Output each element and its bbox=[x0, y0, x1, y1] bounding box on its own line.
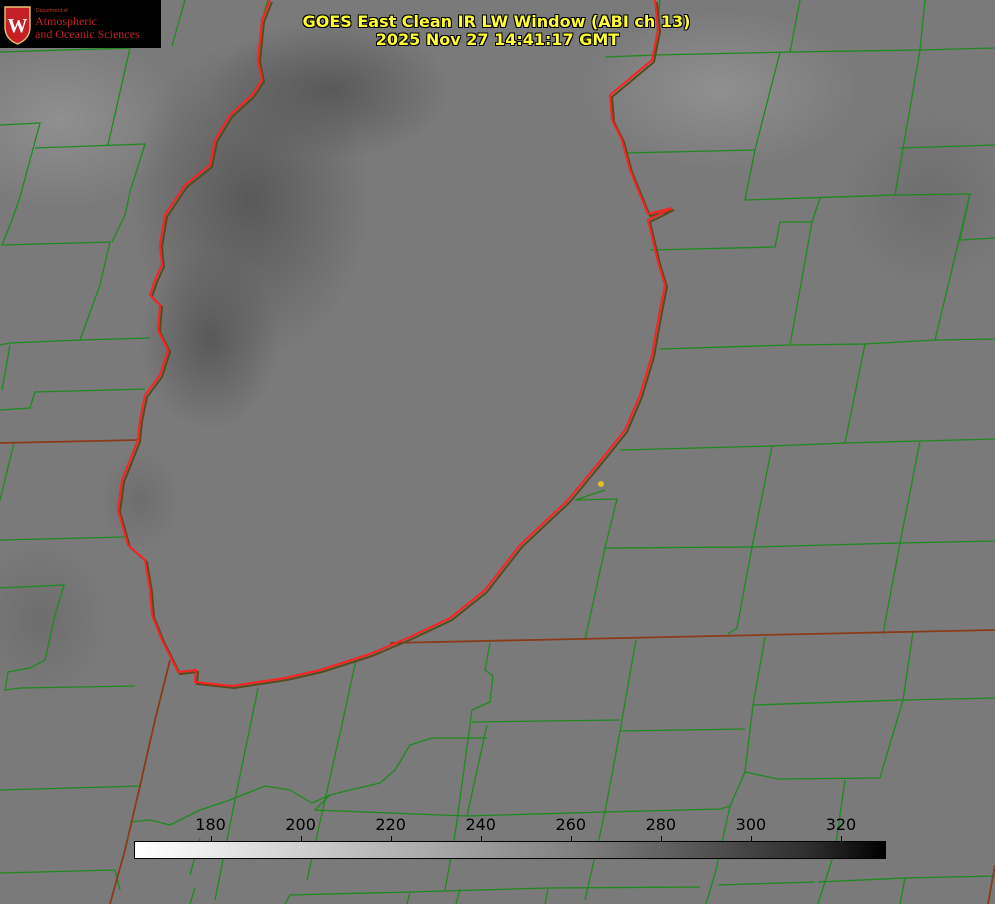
colorbar-tick-mark bbox=[840, 836, 842, 841]
colorbar-tick-label: 200 bbox=[285, 815, 316, 834]
image-timestamp: 2025 Nov 27 14:41:17 GMT bbox=[375, 30, 620, 49]
temperature-colorbar bbox=[134, 841, 886, 859]
colorbar-tick-mark bbox=[660, 836, 662, 841]
colorbar-tick-label: 220 bbox=[375, 815, 406, 834]
colorbar-tick-mark bbox=[480, 836, 482, 841]
colorbar-tick-label: 240 bbox=[465, 815, 496, 834]
satellite-image: W Department of Atmospheric and Oceanic … bbox=[0, 0, 995, 904]
cloud-field bbox=[0, 10, 995, 700]
colorbar-tick-label: 320 bbox=[825, 815, 857, 834]
colorbar-tick-mark bbox=[300, 836, 302, 841]
colorbar-tick-label: 180 bbox=[195, 815, 226, 834]
colorbar-tick-mark bbox=[570, 836, 572, 841]
map-layer bbox=[0, 0, 995, 904]
colorbar-tick-label: 280 bbox=[645, 815, 677, 834]
colorbar-tick-mark bbox=[750, 836, 752, 841]
station-marker bbox=[598, 481, 604, 487]
image-title: GOES East Clean IR LW Window (ABI ch 13) bbox=[302, 12, 691, 31]
colorbar-tick-mark bbox=[210, 836, 212, 841]
colorbar-tick-label: 260 bbox=[555, 815, 587, 834]
colorbar-tick-mark bbox=[390, 836, 392, 841]
colorbar-tick-label: 300 bbox=[735, 815, 767, 834]
